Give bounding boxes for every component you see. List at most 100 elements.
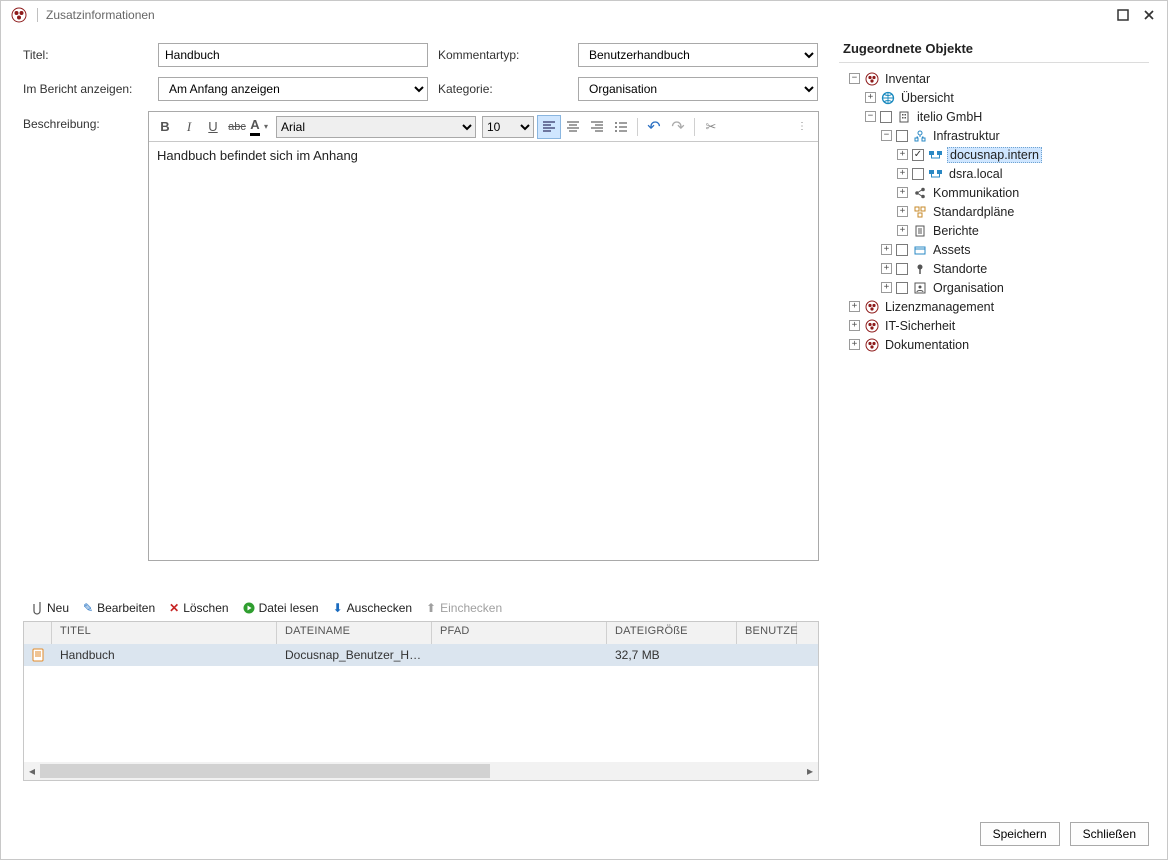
underline-button[interactable]: U [201, 115, 225, 139]
font-color-button[interactable]: A ▾ [249, 115, 273, 139]
domain-icon [928, 147, 943, 162]
close-button[interactable] [1137, 5, 1161, 25]
tree-node-dokumentation[interactable]: + Dokumentation [839, 335, 1149, 354]
pin-icon [912, 261, 927, 276]
checkbox[interactable] [896, 244, 908, 256]
expander-icon[interactable]: + [849, 339, 860, 350]
tree-node-standardplaene[interactable]: + Standardpläne [839, 202, 1149, 221]
input-title[interactable] [158, 43, 428, 67]
right-pane: Zugeordnete Objekte − Inventar + [835, 29, 1167, 809]
checkbox[interactable] [912, 168, 924, 180]
font-name-select[interactable]: Arial [276, 116, 476, 138]
expander-icon[interactable]: + [881, 244, 892, 255]
play-icon [243, 602, 255, 614]
grid-header-path[interactable]: PFAD [432, 622, 607, 644]
grid-header-title[interactable]: TITEL [52, 622, 277, 644]
editor-toolbar: B I U abc A ▾ Arial 10 [149, 112, 818, 142]
select-category[interactable]: Organisation [578, 77, 818, 101]
left-pane: Titel: Kommentartyp: Benutzerhandbuch Im… [1, 29, 835, 809]
attach-checkout-button[interactable]: ⬇ Auschecken [333, 601, 412, 615]
bold-button[interactable]: B [153, 115, 177, 139]
checkbox[interactable] [896, 282, 908, 294]
building-icon [896, 109, 911, 124]
italic-button[interactable]: I [177, 115, 201, 139]
expander-icon[interactable]: − [881, 130, 892, 141]
toolbar-overflow-button[interactable]: ⋮ [790, 115, 814, 139]
report-icon [912, 223, 927, 238]
tree-node-inventar[interactable]: − Inventar [839, 69, 1149, 88]
align-right-button[interactable] [585, 115, 609, 139]
tree-node-lizenz[interactable]: + Lizenzmanagement [839, 297, 1149, 316]
align-center-button[interactable] [561, 115, 585, 139]
attach-read-button[interactable]: Datei lesen [243, 601, 319, 615]
rich-text-editor: B I U abc A ▾ Arial 10 [148, 111, 819, 561]
bullet-list-button[interactable] [609, 115, 633, 139]
expander-icon[interactable]: + [849, 320, 860, 331]
align-left-button[interactable] [537, 115, 561, 139]
cut-button[interactable]: ✂ [699, 115, 723, 139]
select-commenttype[interactable]: Benutzerhandbuch [578, 43, 818, 67]
grid-header-filesize[interactable]: DATEIGRÖßE [607, 622, 737, 644]
tree-node-kommunikation[interactable]: + Kommunikation [839, 183, 1149, 202]
select-report[interactable]: Am Anfang anzeigen [158, 77, 428, 101]
expander-icon[interactable]: + [865, 92, 876, 103]
expander-icon[interactable]: + [897, 187, 908, 198]
tree-node-organisation[interactable]: + Organisation [839, 278, 1149, 297]
attach-checkin-button: ⬆ Einchecken [426, 601, 502, 615]
grid-row[interactable]: Handbuch Docusnap_Benutzer_Han... 32,7 M… [24, 644, 818, 666]
expander-icon[interactable]: + [849, 301, 860, 312]
expander-icon[interactable]: − [849, 73, 860, 84]
tree-node-uebersicht[interactable]: + Übersicht [839, 88, 1149, 107]
expander-icon[interactable]: − [865, 111, 876, 122]
close-footer-button[interactable]: Schließen [1070, 822, 1149, 846]
tree-node-docusnap-intern[interactable]: + docusnap.intern [839, 145, 1149, 164]
window: Zusatzinformationen Titel: Kommentartyp:… [0, 0, 1168, 860]
grid-header-filename[interactable]: DATEINAME [277, 622, 432, 644]
expander-icon[interactable]: + [881, 263, 892, 274]
redo-button[interactable]: ↷ [666, 115, 690, 139]
checkbox[interactable] [880, 111, 892, 123]
font-size-select[interactable]: 10 [482, 116, 534, 138]
grid-header-icon[interactable] [24, 622, 52, 644]
tree-node-dsra-local[interactable]: + dsra.local [839, 164, 1149, 183]
description-row: Beschreibung: B I U abc A ▾ Arial [23, 111, 819, 561]
grid-header-user[interactable]: BENUTZE [737, 622, 797, 644]
save-button[interactable]: Speichern [980, 822, 1060, 846]
pencil-icon: ✎ [83, 601, 93, 615]
checkbox[interactable] [896, 130, 908, 142]
checkbox[interactable] [912, 149, 924, 161]
expander-icon[interactable]: + [897, 149, 908, 160]
cell-filename: Docusnap_Benutzer_Han... [277, 648, 432, 662]
upload-icon: ⬆ [426, 601, 436, 615]
tree-node-it-sicherheit[interactable]: + IT-Sicherheit [839, 316, 1149, 335]
app-icon [864, 318, 879, 333]
expander-icon[interactable]: + [881, 282, 892, 293]
org-icon [912, 280, 927, 295]
expander-icon[interactable]: + [897, 206, 908, 217]
attach-new-button[interactable]: Neu [31, 601, 69, 615]
expander-icon[interactable]: + [897, 225, 908, 236]
content: Titel: Kommentartyp: Benutzerhandbuch Im… [1, 29, 1167, 809]
attach-delete-button[interactable]: ✕ Löschen [169, 601, 228, 615]
expander-icon[interactable]: + [897, 168, 908, 179]
tree-node-berichte[interactable]: + Berichte [839, 221, 1149, 240]
footer: Speichern Schließen [1, 809, 1167, 859]
tree-node-assets[interactable]: + Assets [839, 240, 1149, 259]
tree-node-itelio[interactable]: − itelio GmbH [839, 107, 1149, 126]
plan-icon [912, 204, 927, 219]
cell-title: Handbuch [52, 648, 277, 662]
attach-edit-button[interactable]: ✎ Bearbeiten [83, 601, 155, 615]
editor-body[interactable]: Handbuch befindet sich im Anhang [149, 142, 818, 560]
attachments-grid: TITEL DATEINAME PFAD DATEIGRÖßE BENUTZE … [23, 621, 819, 781]
checkbox[interactable] [896, 263, 908, 275]
strike-button[interactable]: abc [225, 115, 249, 139]
scroll-left-icon[interactable]: ◂ [24, 763, 40, 779]
scroll-right-icon[interactable]: ▸ [802, 763, 818, 779]
undo-button[interactable]: ↶ [642, 115, 666, 139]
form-grid: Titel: Kommentartyp: Benutzerhandbuch Im… [23, 43, 819, 101]
grid-scrollbar[interactable]: ◂ ▸ [24, 762, 818, 780]
app-icon [864, 337, 879, 352]
tree-node-infrastruktur[interactable]: − Infrastruktur [839, 126, 1149, 145]
maximize-button[interactable] [1111, 5, 1135, 25]
tree-node-standorte[interactable]: + Standorte [839, 259, 1149, 278]
